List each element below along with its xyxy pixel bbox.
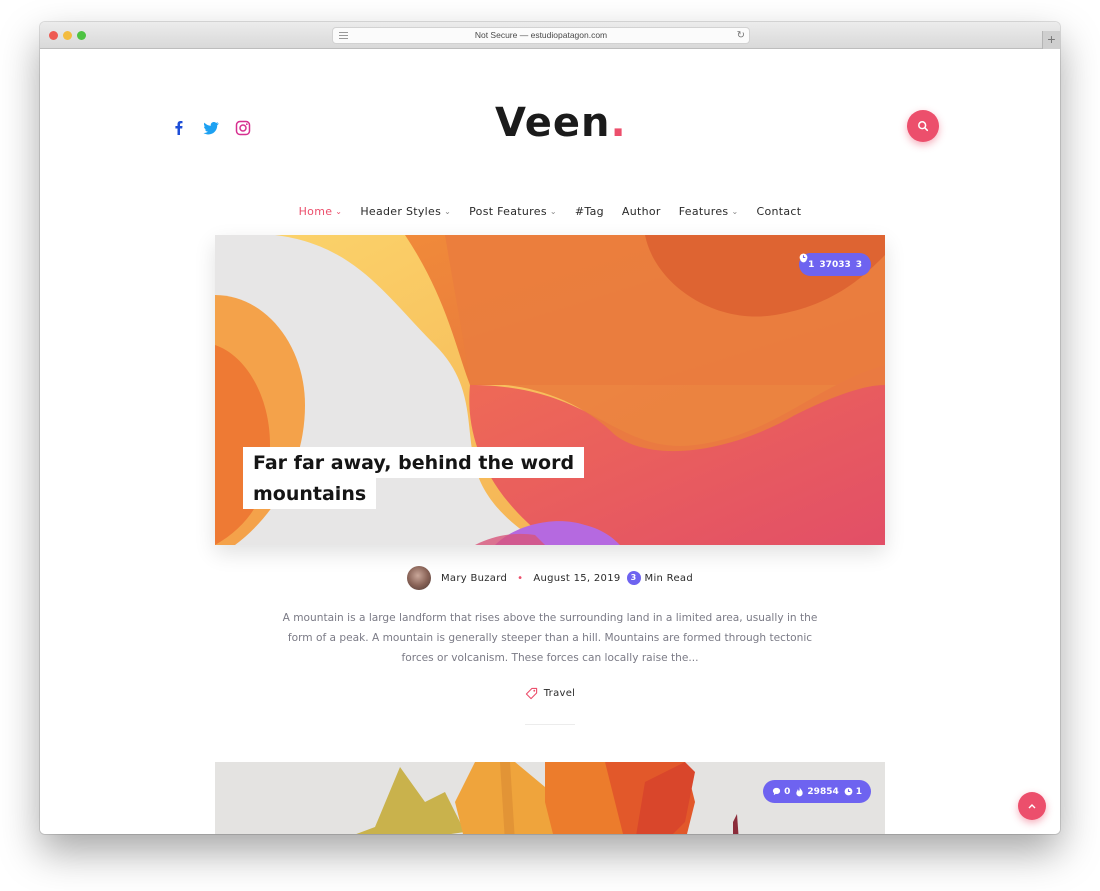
address-bar[interactable]: Not Secure — estudiopatagon.com ↻ — [332, 27, 750, 44]
read-time-info: 3 Min Read — [626, 571, 693, 585]
nav-item-features[interactable]: Features ⌄ — [679, 205, 739, 218]
meta-separator: • — [517, 572, 524, 584]
flame-icon — [796, 786, 804, 796]
screen: Not Secure — estudiopatagon.com ↻ + Veen… — [0, 0, 1100, 891]
post-tag[interactable]: Travel — [40, 687, 1060, 700]
nav-item-author[interactable]: Author — [622, 205, 661, 218]
author-avatar[interactable] — [407, 566, 431, 590]
minimize-window-button[interactable] — [63, 31, 72, 40]
chevron-down-icon: ⌄ — [335, 207, 343, 216]
reload-icon[interactable]: ↻ — [737, 28, 745, 43]
nav-label: Header Styles — [360, 205, 442, 218]
nav-item-header-styles[interactable]: Header Styles ⌄ — [360, 205, 451, 218]
nav-label: Author — [621, 205, 661, 218]
author-name[interactable]: Mary Buzard — [441, 573, 507, 584]
comment-icon — [773, 787, 781, 796]
read-time: 1 — [855, 786, 862, 797]
chevron-down-icon: ⌄ — [731, 207, 739, 216]
zoom-window-button[interactable] — [77, 31, 86, 40]
tag-label: Travel — [543, 688, 576, 699]
main-nav: Home ⌄ Header Styles ⌄ Post Features ⌄ #… — [40, 205, 1060, 218]
search-icon — [918, 121, 929, 132]
instagram-icon[interactable] — [234, 119, 252, 137]
nav-label: Features — [678, 205, 729, 218]
chevron-down-icon: ⌄ — [549, 207, 557, 216]
post-title-line-1: Far far away, behind the word — [243, 447, 585, 478]
chevron-down-icon: ⌄ — [444, 207, 452, 216]
web-page: Veen. Home ⌄ Header Styles ⌄ Post Featur… — [40, 50, 1060, 834]
nav-label: Post Features — [469, 205, 547, 218]
post-meta: Mary Buzard • August 15, 2019 3 Min Read — [40, 566, 1060, 590]
nav-item-home[interactable]: Home ⌄ — [299, 205, 343, 218]
back-to-top-button[interactable] — [1018, 792, 1046, 820]
comment-count: 1 — [808, 259, 815, 270]
reader-view-icon[interactable] — [339, 32, 348, 39]
post-excerpt: A mountain is a large landform that rise… — [282, 612, 818, 664]
chevron-up-icon — [1028, 804, 1036, 809]
close-window-button[interactable] — [49, 31, 58, 40]
browser-window: Not Secure — estudiopatagon.com ↻ + Veen… — [40, 22, 1060, 834]
address-text: Not Secure — estudiopatagon.com — [474, 30, 608, 40]
read-label: Min Read — [644, 572, 693, 584]
logo-text: Veen — [495, 100, 611, 146]
post-divider — [525, 724, 575, 725]
post-date: August 15, 2019 — [533, 572, 621, 584]
read-time: 3 — [855, 259, 862, 270]
new-tab-button[interactable]: + — [1042, 31, 1060, 49]
comment-count: 0 — [784, 786, 791, 797]
logo-dot: . — [610, 100, 627, 146]
nav-item-contact[interactable]: Contact — [756, 205, 801, 218]
nav-item-tag[interactable]: #Tag — [575, 205, 604, 218]
nav-label: Home — [298, 205, 333, 218]
search-button[interactable] — [907, 110, 939, 142]
post-stats-badge: 1 37033 3 — [799, 253, 871, 276]
facebook-icon[interactable] — [170, 119, 188, 137]
clock-icon — [844, 787, 853, 796]
browser-titlebar: Not Secure — estudiopatagon.com ↻ + — [40, 22, 1060, 49]
clock-icon — [799, 253, 808, 262]
social-links — [170, 119, 252, 137]
twitter-icon[interactable] — [202, 119, 220, 137]
post-stats-badge: 0 29854 1 — [763, 780, 871, 803]
post-featured-image[interactable]: 1 37033 3 Far far away, behind the word … — [215, 235, 885, 545]
post-title[interactable]: Far far away, behind the word mountains — [243, 447, 585, 509]
read-minutes-badge: 3 — [626, 571, 641, 585]
post-featured-image-2[interactable]: 0 29854 1 — [215, 762, 885, 834]
view-count: 29854 — [807, 786, 839, 797]
nav-label: #Tag — [574, 205, 604, 218]
view-count: 37033 — [819, 259, 851, 270]
tag-icon — [525, 687, 537, 700]
nav-item-post-features[interactable]: Post Features ⌄ — [469, 205, 557, 218]
site-logo[interactable]: Veen. — [495, 100, 627, 146]
post-title-line-2: mountains — [243, 478, 377, 509]
nav-label: Contact — [756, 205, 802, 218]
